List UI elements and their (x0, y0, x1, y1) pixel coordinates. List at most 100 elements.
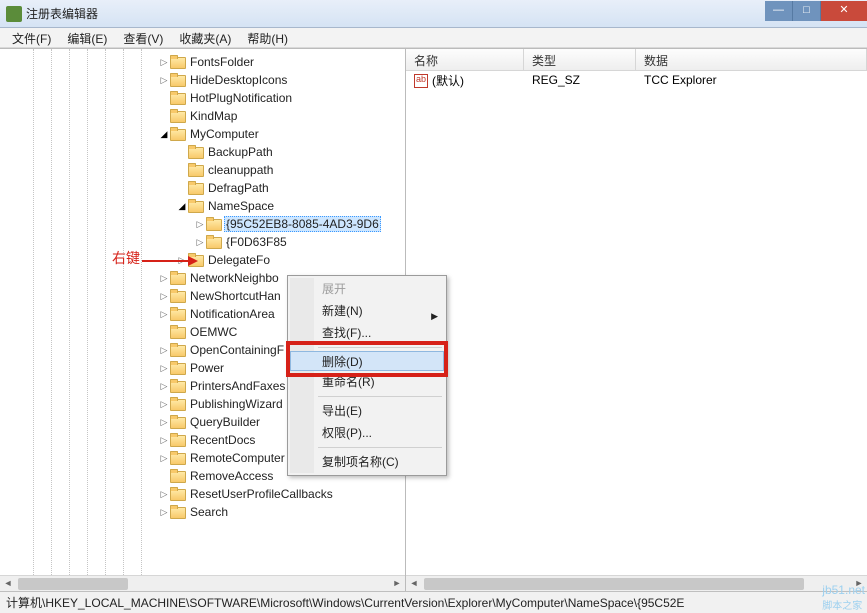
regedit-icon (6, 6, 22, 22)
tree-item[interactable]: KindMap (0, 107, 405, 125)
tree-item-label: {F0D63F85 (224, 235, 289, 249)
tree-item[interactable]: BackupPath (0, 143, 405, 161)
titlebar: 注册表编辑器 — □ ✕ (0, 0, 867, 28)
folder-icon (170, 307, 186, 321)
expand-icon[interactable]: ▷ (158, 309, 170, 320)
expand-icon[interactable]: ▷ (158, 489, 170, 500)
menu-view[interactable]: 查看(V) (115, 28, 171, 47)
expand-icon[interactable]: ▷ (158, 453, 170, 464)
expand-icon[interactable]: ▷ (158, 345, 170, 356)
expand-icon[interactable]: ▷ (158, 273, 170, 284)
statusbar: 计算机\HKEY_LOCAL_MACHINE\SOFTWARE\Microsof… (0, 591, 867, 613)
folder-icon (170, 91, 186, 105)
context-menu-item: 展开 (290, 278, 444, 300)
tree-item[interactable]: ▷ {F0D63F85 (0, 233, 405, 251)
expand-icon[interactable]: ▷ (158, 363, 170, 374)
menu-edit[interactable]: 编辑(E) (59, 28, 115, 47)
tree-item[interactable]: ▷ ResetUserProfileCallbacks (0, 485, 405, 503)
values-pane: 名称 类型 数据 (默认) REG_SZ TCC Explorer ◄ ► (406, 49, 867, 591)
col-type-header[interactable]: 类型 (524, 49, 636, 70)
menubar: 文件(F) 编辑(E) 查看(V) 收藏夹(A) 帮助(H) (0, 28, 867, 48)
expand-icon[interactable]: ▷ (176, 255, 188, 266)
expand-icon[interactable]: ▷ (158, 507, 170, 518)
tree-item[interactable]: ▷ {95C52EB8-8085-4AD3-9D6 (0, 215, 405, 233)
menu-file[interactable]: 文件(F) (4, 28, 59, 47)
folder-icon (170, 289, 186, 303)
menu-help[interactable]: 帮助(H) (239, 28, 296, 47)
maximize-button[interactable]: □ (793, 1, 821, 21)
context-menu-item[interactable]: 导出(E) (290, 400, 444, 422)
close-button[interactable]: ✕ (821, 1, 867, 21)
folder-icon (170, 487, 186, 501)
tree-item-label: Search (188, 505, 230, 519)
folder-icon (170, 109, 186, 123)
tree-item[interactable]: ▷ DelegateFo (0, 251, 405, 269)
folder-icon (170, 55, 186, 69)
context-menu-item[interactable]: 查找(F)... (290, 322, 444, 344)
folder-icon (188, 199, 204, 213)
tree-item-label: OpenContainingF (188, 343, 286, 357)
tree-item[interactable]: ◢ NameSpace (0, 197, 405, 215)
expand-icon[interactable]: ▷ (194, 219, 206, 230)
tree-item-label: HotPlugNotification (188, 91, 294, 105)
value-name: (默认) (406, 72, 524, 89)
context-menu-separator (318, 447, 442, 448)
tree-item-label: RemoteComputer (188, 451, 287, 465)
tree-item[interactable]: HotPlugNotification (0, 89, 405, 107)
tree-item[interactable]: cleanuppath (0, 161, 405, 179)
expand-icon[interactable]: ▷ (158, 57, 170, 68)
context-menu-item[interactable]: 复制项名称(C) (290, 451, 444, 473)
tree-hscrollbar[interactable]: ◄ ► (0, 575, 405, 591)
folder-icon (170, 343, 186, 357)
tree-item[interactable]: ▷ Search (0, 503, 405, 521)
tree-item-label: NameSpace (206, 199, 276, 213)
expand-icon[interactable]: ▷ (158, 381, 170, 392)
value-row[interactable]: (默认) REG_SZ TCC Explorer (406, 71, 867, 89)
folder-icon (170, 379, 186, 393)
collapse-icon[interactable]: ◢ (176, 201, 188, 212)
collapse-icon[interactable]: ◢ (158, 129, 170, 140)
expand-icon[interactable]: ▷ (194, 237, 206, 248)
tree-item-label: ResetUserProfileCallbacks (188, 487, 335, 501)
tree-item-label: PrintersAndFaxes (188, 379, 287, 393)
tree-item[interactable]: ▷ FontsFolder (0, 53, 405, 71)
expand-icon[interactable]: ▷ (158, 291, 170, 302)
values-hscrollbar[interactable]: ◄ ► (406, 575, 867, 591)
tree-item-label: FontsFolder (188, 55, 256, 69)
folder-icon (170, 325, 186, 339)
folder-icon (170, 361, 186, 375)
string-value-icon (414, 74, 428, 88)
expand-icon[interactable]: ▷ (158, 75, 170, 86)
col-data-header[interactable]: 数据 (636, 49, 867, 70)
tree-item-label: BackupPath (206, 145, 275, 159)
expand-icon[interactable]: ▷ (158, 435, 170, 446)
folder-icon (188, 163, 204, 177)
tree-item-label: RecentDocs (188, 433, 257, 447)
menu-favorites[interactable]: 收藏夹(A) (171, 28, 239, 47)
expand-icon[interactable]: ▷ (158, 417, 170, 428)
col-name-header[interactable]: 名称 (406, 49, 524, 70)
tree-item[interactable]: DefragPath (0, 179, 405, 197)
context-menu-item[interactable]: 删除(D) (290, 351, 444, 371)
tree-item-label: QueryBuilder (188, 415, 262, 429)
folder-icon (188, 145, 204, 159)
folder-icon (170, 271, 186, 285)
context-menu-item[interactable]: 重命名(R) (290, 371, 444, 393)
values-header: 名称 类型 数据 (406, 49, 867, 71)
minimize-button[interactable]: — (765, 1, 793, 21)
folder-icon (170, 73, 186, 87)
window-controls: — □ ✕ (765, 1, 867, 21)
tree-item-label: NewShortcutHan (188, 289, 283, 303)
value-type: REG_SZ (524, 73, 636, 87)
folder-icon (170, 505, 186, 519)
tree-item-label: OEMWC (188, 325, 239, 339)
tree-item-label: MyComputer (188, 127, 261, 141)
tree-item-label: DelegateFo (206, 253, 272, 267)
context-menu-item[interactable]: 权限(P)... (290, 422, 444, 444)
tree-item[interactable]: ▷HideDesktopIcons (0, 71, 405, 89)
tree-item[interactable]: ◢ MyComputer (0, 125, 405, 143)
context-menu: 展开新建(N)▶查找(F)... 删除(D)重命名(R) 导出(E)权限(P)...… (287, 275, 447, 476)
tree-item-label: {95C52EB8-8085-4AD3-9D6 (224, 216, 381, 232)
context-menu-item[interactable]: 新建(N)▶ (290, 300, 444, 322)
expand-icon[interactable]: ▷ (158, 399, 170, 410)
